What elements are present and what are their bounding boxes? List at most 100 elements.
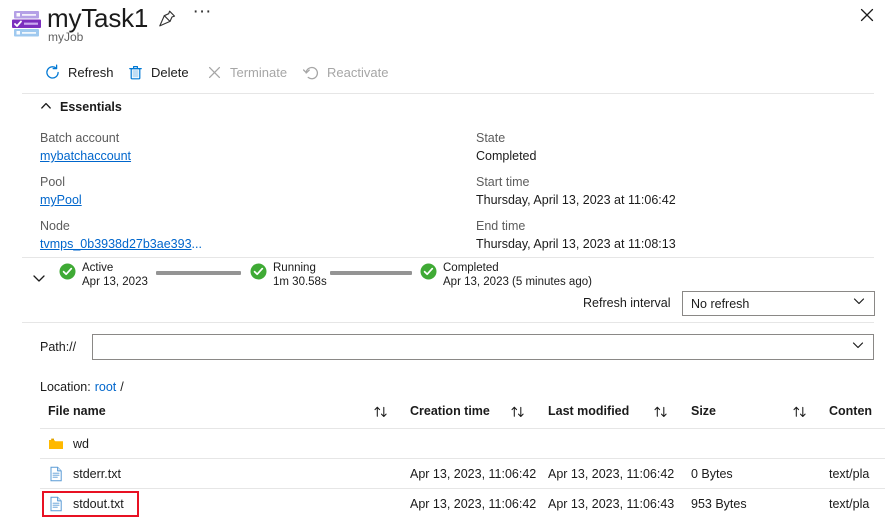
timeline-stage-completed: Completed Apr 13, 2023 (5 minutes ago) [420, 262, 592, 289]
pin-icon[interactable] [155, 7, 179, 31]
end-time-value: Thursday, April 13, 2023 at 11:08:13 [476, 237, 676, 251]
content-type-cell: text/pla [829, 497, 870, 511]
sort-icon-last-modified[interactable] [653, 404, 669, 425]
timeline-stage-detail: Apr 13, 2023 [82, 275, 148, 288]
delete-button-label: Delete [151, 64, 189, 80]
size-cell: 0 Bytes [691, 467, 733, 481]
timeline-stage-name: Running [273, 262, 316, 274]
essentials-toggle[interactable]: Essentials [40, 99, 122, 115]
start-time-label: Start time [476, 175, 530, 189]
timeline-divider [22, 322, 874, 323]
pool-value: myPool [40, 192, 82, 209]
state-label: State [476, 131, 506, 145]
table-row[interactable]: wd [40, 428, 885, 458]
chevron-up-icon [40, 100, 52, 115]
last-modified-cell: Apr 13, 2023, 11:06:42 [548, 467, 675, 481]
file-table: File name Creation time Last modified Si… [40, 400, 885, 518]
node-truncation-ellipsis: ... [191, 237, 202, 251]
refresh-button[interactable]: Refresh [44, 56, 114, 88]
creation-time-cell: Apr 13, 2023, 11:06:42 [410, 467, 537, 481]
path-input[interactable] [101, 336, 851, 358]
path-combobox[interactable] [92, 334, 874, 360]
reactivate-button-label: Reactivate [327, 64, 389, 80]
node-label: Node [40, 219, 70, 233]
file-name-cell[interactable]: stderr.txt [48, 459, 121, 489]
pool-label: Pool [40, 175, 66, 189]
file-icon [48, 496, 64, 512]
refresh-interval-label: Refresh interval [583, 296, 671, 310]
file-name-text: wd [73, 437, 89, 451]
refresh-button-label: Refresh [68, 64, 114, 80]
breadcrumb-link-root[interactable]: root [95, 380, 117, 394]
more-options-icon[interactable]: ··· [190, 2, 214, 29]
column-header-size[interactable]: Size [691, 404, 716, 418]
batch-account-label: Batch account [40, 131, 120, 145]
column-header-content-type[interactable]: Conten [829, 404, 872, 418]
breadcrumb-separator: / [120, 380, 124, 394]
batch-account-link[interactable]: mybatchaccount [40, 149, 131, 163]
reactivate-button: Reactivate [303, 56, 388, 88]
command-bar: Refresh Delete Terminate Reactivate [0, 56, 885, 88]
column-header-creation-time[interactable]: Creation time [410, 404, 490, 418]
chevron-down-icon[interactable] [31, 270, 47, 286]
node-link[interactable]: tvmps_0b3938d27b3ae393 [40, 237, 192, 251]
terminate-x-icon [206, 64, 223, 81]
creation-time-cell: Apr 13, 2023, 11:06:42 [410, 497, 537, 511]
command-bar-divider [22, 93, 874, 94]
folder-icon [48, 436, 64, 452]
timeline-stage-detail: 1m 30.58s [273, 275, 327, 288]
file-icon [48, 466, 64, 482]
batch-account-value: mybatchaccount [40, 148, 131, 165]
essentials-divider [22, 257, 874, 258]
essentials-label: Essentials [60, 100, 122, 114]
file-name-text: stdout.txt [73, 497, 124, 511]
sort-icon-size[interactable] [792, 404, 808, 425]
file-name-text: stderr.txt [73, 467, 121, 481]
check-circle-icon [250, 263, 267, 280]
timeline-stage-name: Completed [443, 262, 499, 274]
location-label: Location: [40, 380, 91, 394]
trash-icon [127, 64, 144, 81]
timeline-stage-running: Running 1m 30.58s [250, 262, 327, 289]
column-header-file-name[interactable]: File name [48, 404, 106, 418]
file-name-cell[interactable]: stdout.txt [48, 489, 124, 519]
reactivate-icon [303, 64, 320, 81]
node-value: tvmps_0b3938d27b3ae393... [40, 236, 202, 253]
chevron-down-icon[interactable] [851, 338, 865, 357]
breadcrumb: Location: root / [40, 380, 124, 394]
task-icon [12, 10, 42, 38]
sort-icon-file-name[interactable] [373, 404, 389, 425]
end-time-label: End time [476, 219, 526, 233]
start-time-value: Thursday, April 13, 2023 at 11:06:42 [476, 193, 676, 207]
path-label: Path:// [40, 340, 77, 354]
state-value: Completed [476, 149, 537, 163]
terminate-button: Terminate [206, 56, 287, 88]
timeline-stage-active: Active Apr 13, 2023 [59, 262, 148, 289]
sort-icon-creation-time[interactable] [510, 404, 526, 425]
timeline-stage-name: Active [82, 262, 114, 274]
table-header-row: File name Creation time Last modified Si… [40, 400, 885, 428]
timeline-stage-detail: Apr 13, 2023 (5 minutes ago) [443, 275, 592, 288]
blade-header: myTask1 myJob ··· [0, 0, 885, 50]
pool-link[interactable]: myPool [40, 193, 82, 207]
close-icon[interactable] [855, 3, 879, 27]
content-type-cell: text/pla [829, 467, 870, 481]
check-circle-icon [59, 263, 76, 280]
size-cell: 953 Bytes [691, 497, 747, 511]
task-details-blade: myTask1 myJob ··· Refresh Delete Termina… [0, 0, 885, 523]
file-name-cell[interactable]: wd [48, 429, 89, 459]
page-subtitle: myJob [48, 30, 84, 44]
refresh-interval-value: No refresh [691, 296, 750, 311]
refresh-icon [44, 64, 61, 81]
timeline-connector [330, 271, 412, 275]
chevron-down-icon [852, 294, 866, 313]
delete-button[interactable]: Delete [127, 56, 189, 88]
column-header-last-modified[interactable]: Last modified [548, 404, 629, 418]
refresh-interval-select[interactable]: No refresh [682, 291, 875, 316]
last-modified-cell: Apr 13, 2023, 11:06:43 [548, 497, 675, 511]
check-circle-icon [420, 263, 437, 280]
table-row[interactable]: stderr.txt Apr 13, 2023, 11:06:42 Apr 13… [40, 458, 885, 488]
terminate-button-label: Terminate [230, 64, 288, 80]
table-row[interactable]: stdout.txt Apr 13, 2023, 11:06:42 Apr 13… [40, 488, 885, 518]
timeline-connector [156, 271, 241, 275]
